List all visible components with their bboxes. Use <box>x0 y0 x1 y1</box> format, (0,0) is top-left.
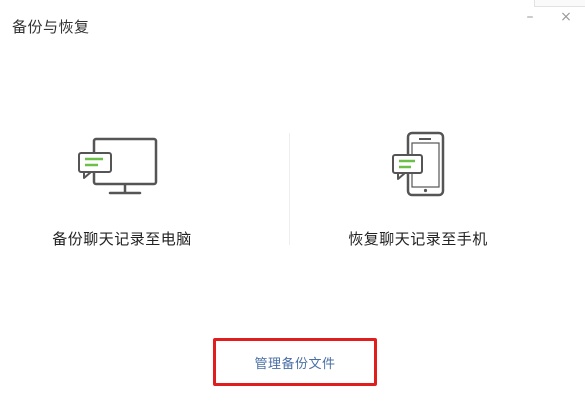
monitor-chat-icon <box>78 137 158 195</box>
window-controls: – × <box>523 10 573 24</box>
restore-to-phone-option[interactable]: 恢复聊天记录至手机 <box>308 130 528 260</box>
close-button[interactable]: × <box>559 10 573 24</box>
window-title: 备份与恢复 <box>12 18 90 36</box>
minimize-button[interactable]: – <box>523 10 537 24</box>
backup-to-pc-option[interactable]: 备份聊天记录至电脑 <box>12 130 232 260</box>
backup-to-pc-label: 备份聊天记录至电脑 <box>52 230 192 248</box>
manage-backup-files-label: 管理备份文件 <box>254 356 336 372</box>
restore-to-phone-label: 恢复聊天记录至手机 <box>348 230 488 248</box>
options-divider <box>289 133 290 245</box>
phone-chat-icon <box>392 131 445 197</box>
window-corner-decoration <box>534 0 585 7</box>
manage-backup-files-link[interactable]: 管理备份文件 <box>213 338 377 386</box>
backup-restore-window: 备份与恢复 – × 备份聊天记录至电脑 恢复聊天记录至手机 管理备份文件 <box>0 0 585 401</box>
